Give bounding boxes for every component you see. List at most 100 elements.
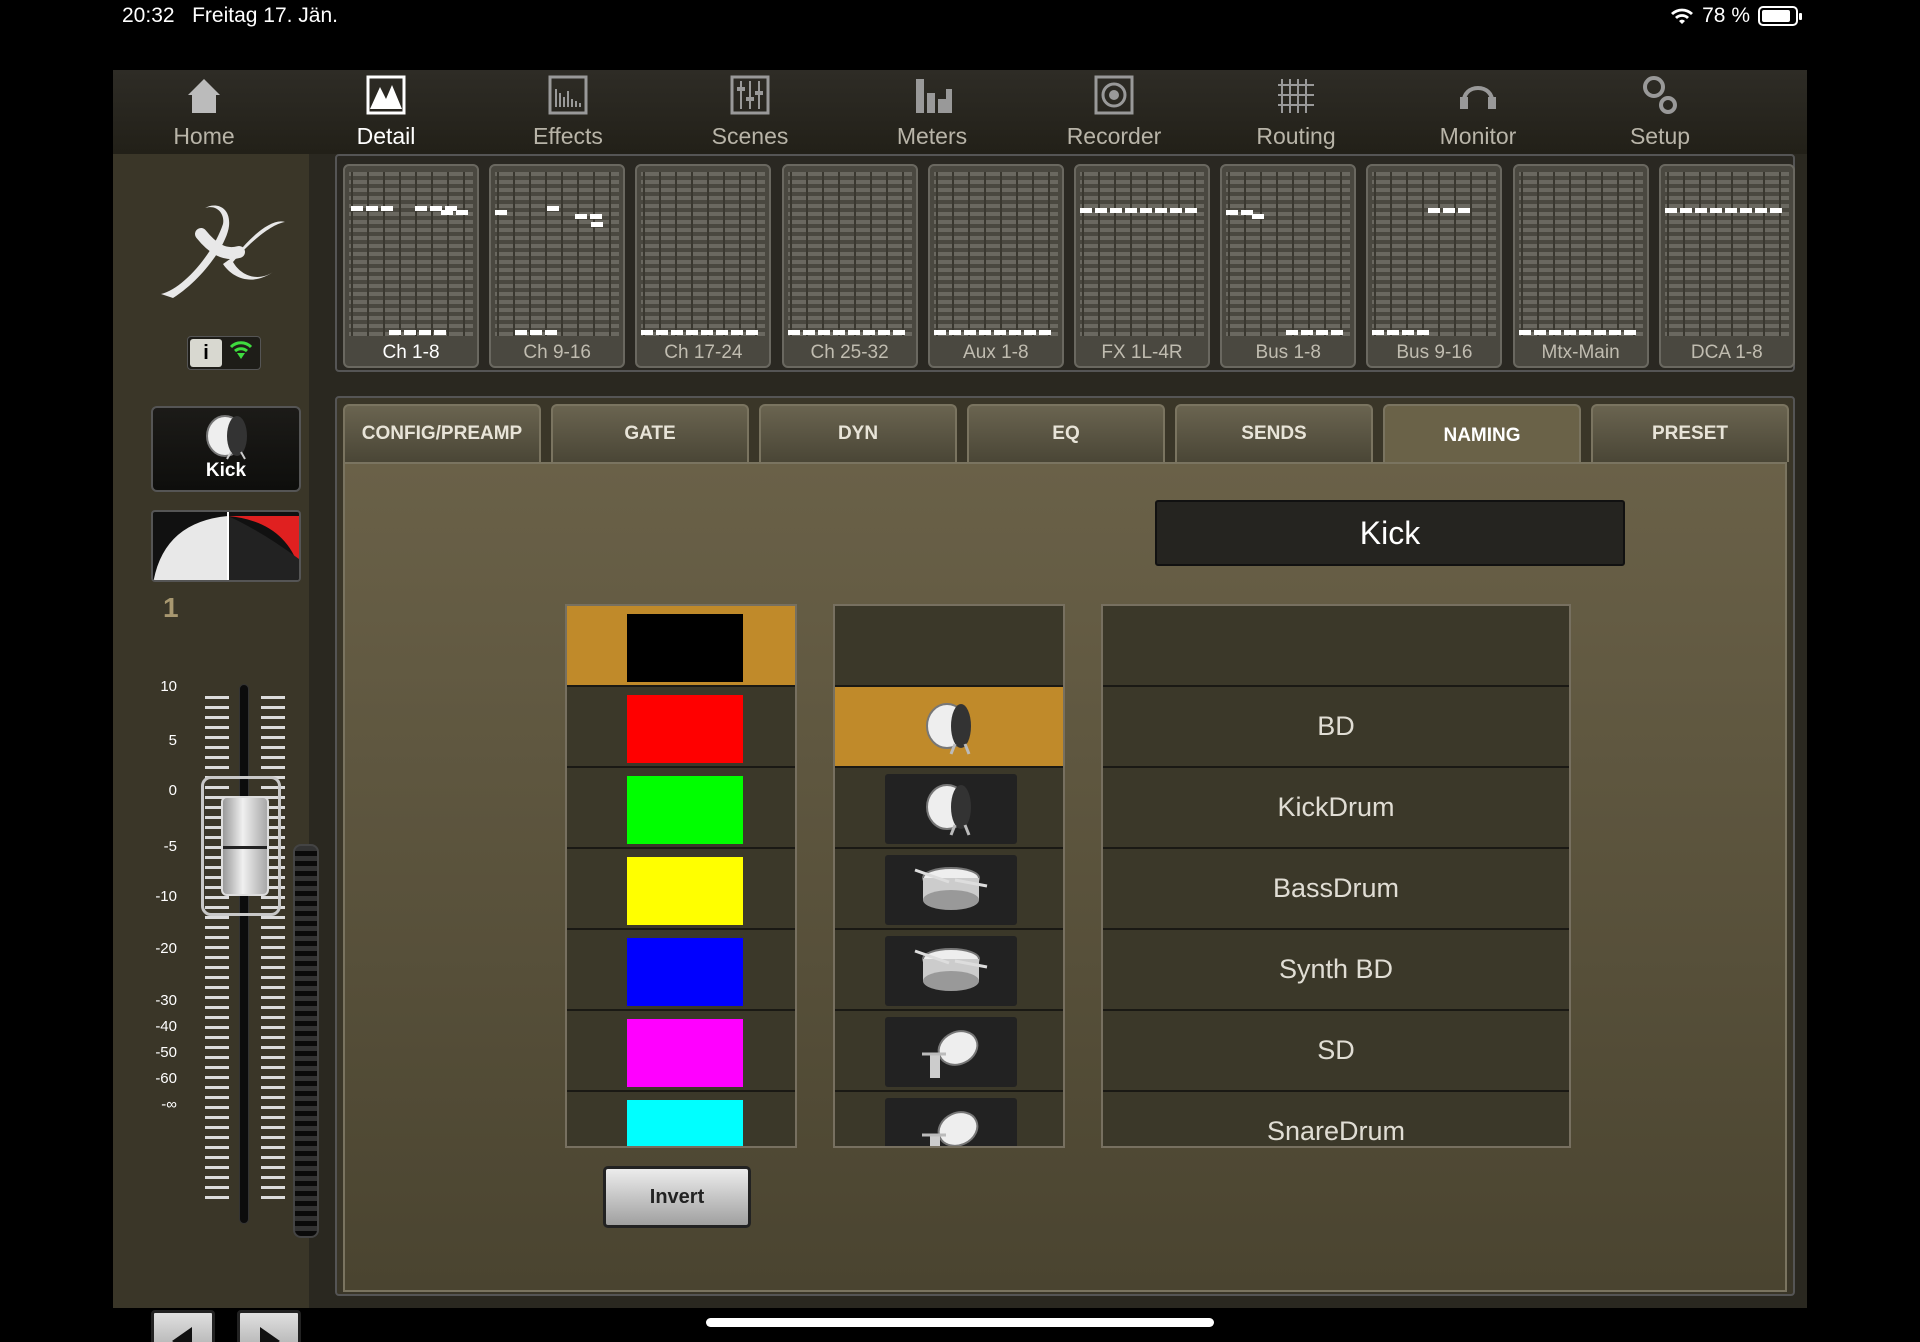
fader-level-marker <box>1372 330 1385 335</box>
kick-drum-icon <box>885 774 1017 844</box>
bank-label: DCA 1-8 <box>1690 342 1763 363</box>
nav-label: Routing <box>1256 123 1336 149</box>
name-option[interactable] <box>1103 606 1569 687</box>
next-channel-button[interactable] <box>237 1310 301 1342</box>
icon-option[interactable] <box>835 1092 1063 1146</box>
tab-config-preamp[interactable]: CONFIG/PREAMP <box>343 404 541 462</box>
bank-button[interactable]: Ch 9-16 <box>489 164 626 368</box>
bank-label: Mtx-Main <box>1541 342 1620 363</box>
name-option[interactable]: Synth BD <box>1103 930 1569 1011</box>
bank-button[interactable]: Bus 9-16 <box>1366 164 1503 368</box>
fader-scale-label: -∞ <box>161 1096 177 1113</box>
fader-level-marker <box>1110 208 1122 213</box>
color-option[interactable] <box>567 606 795 687</box>
bank-button[interactable]: Ch 25-32 <box>781 164 918 368</box>
color-option[interactable] <box>567 849 795 930</box>
icon-option[interactable] <box>835 687 1063 768</box>
channel-name-button[interactable]: Kick <box>151 406 301 492</box>
color-swatch <box>627 938 743 1006</box>
bank-button[interactable]: Ch 1-8 <box>343 164 479 368</box>
bank-button[interactable]: Aux 1-8 <box>927 164 1064 368</box>
fader-level-marker <box>877 330 890 335</box>
fader-level-marker <box>381 206 393 211</box>
icon-option[interactable] <box>835 606 1063 687</box>
name-option[interactable]: BassDrum <box>1103 849 1569 930</box>
fader-level-marker <box>434 330 446 335</box>
color-option[interactable] <box>567 1092 795 1146</box>
bank-label: FX 1L-4R <box>1101 342 1183 363</box>
tab-preset[interactable]: PRESET <box>1591 404 1789 462</box>
icon-option[interactable] <box>835 930 1063 1011</box>
prev-channel-button[interactable] <box>151 1310 215 1342</box>
channel-name-input[interactable]: Kick <box>1155 500 1625 566</box>
channel-bank-overview: Ch 1-8 Ch 9-16 Ch 17-24 Ch 25-32 Aux 1-8 FX 1… <box>335 154 1795 372</box>
name-option[interactable]: BD <box>1103 687 1569 768</box>
snare-drum-icon <box>885 855 1017 925</box>
icon-list[interactable] <box>833 604 1065 1148</box>
fader-level-marker <box>978 330 991 335</box>
fader-track[interactable] <box>239 684 249 1224</box>
color-option[interactable] <box>567 930 795 1011</box>
bank-label: Bus 1-8 <box>1255 342 1321 363</box>
info-wifi-box[interactable]: i <box>187 336 261 370</box>
color-option[interactable] <box>567 1011 795 1092</box>
tab-naming[interactable]: NAMING <box>1383 404 1581 466</box>
fader-level-marker <box>1458 208 1471 213</box>
nav-effects[interactable]: Effects <box>477 70 659 154</box>
name-option[interactable]: SnareDrum <box>1103 1092 1569 1146</box>
name-option[interactable]: SD <box>1103 1011 1569 1092</box>
fader-scale-label: -60 <box>155 1070 177 1087</box>
pan-curve-graphic <box>153 512 299 580</box>
scenes-icon <box>728 73 772 117</box>
color-swatch <box>627 857 743 925</box>
tab-gate[interactable]: GATE <box>551 404 749 462</box>
fader-level-marker <box>1623 330 1636 335</box>
bank-label: Ch 9-16 <box>523 342 591 363</box>
fader-level-marker <box>404 330 416 335</box>
nav-home[interactable]: Home <box>113 70 295 154</box>
fader-level-marker <box>1125 208 1137 213</box>
fader-knob[interactable] <box>221 796 269 896</box>
color-swatch <box>627 776 743 844</box>
mini-fader-grid <box>787 172 912 336</box>
nav-scenes[interactable]: Scenes <box>659 70 841 154</box>
fader-level-marker <box>1301 330 1314 335</box>
color-list[interactable] <box>565 604 797 1148</box>
name-option[interactable]: KickDrum <box>1103 768 1569 849</box>
screen: 20:32 Freitag 17. Jän. 78 % Home Detail Ef… <box>0 0 1920 1342</box>
nav-recorder[interactable]: Recorder <box>1023 70 1205 154</box>
wifi-icon <box>1671 8 1694 24</box>
nav-meters[interactable]: Meters <box>841 70 1023 154</box>
bank-button[interactable]: Mtx-Main <box>1512 164 1649 368</box>
bank-button[interactable]: FX 1L-4R <box>1074 164 1210 368</box>
tom-drum-icon <box>885 1098 1017 1146</box>
fader-scale-label: 10 <box>160 678 177 695</box>
bank-button[interactable]: DCA 1-8 <box>1658 164 1795 368</box>
home-indicator[interactable] <box>706 1318 1214 1327</box>
fader-level-marker <box>802 330 815 335</box>
color-swatch <box>627 1019 743 1087</box>
color-option[interactable] <box>567 768 795 849</box>
nav-setup[interactable]: Setup <box>1569 70 1751 154</box>
tab-sends[interactable]: SENDS <box>1175 404 1373 462</box>
snare-drum-icon <box>885 936 1017 1006</box>
icon-option[interactable] <box>835 768 1063 849</box>
icon-option[interactable] <box>835 849 1063 930</box>
fader-level-marker <box>351 206 363 211</box>
bank-button[interactable]: Bus 1-8 <box>1220 164 1357 368</box>
pan-control[interactable] <box>151 510 301 582</box>
tab-dyn[interactable]: DYN <box>759 404 957 462</box>
fader-level-marker <box>832 330 845 335</box>
nav-monitor[interactable]: Monitor <box>1387 70 1569 154</box>
name-preset-list[interactable]: BD KickDrum BassDrum Synth BD SD SnareDrum <box>1101 604 1571 1148</box>
tab-eq[interactable]: EQ <box>967 404 1165 462</box>
icon-option[interactable] <box>835 1011 1063 1092</box>
fader-level-marker <box>515 330 528 335</box>
info-button[interactable]: i <box>190 339 222 367</box>
invert-button[interactable]: Invert <box>603 1166 751 1228</box>
bank-button[interactable]: Ch 17-24 <box>635 164 772 368</box>
color-option[interactable] <box>567 687 795 768</box>
nav-detail[interactable]: Detail <box>295 70 477 154</box>
home-icon <box>182 73 226 117</box>
nav-routing[interactable]: Routing <box>1205 70 1387 154</box>
